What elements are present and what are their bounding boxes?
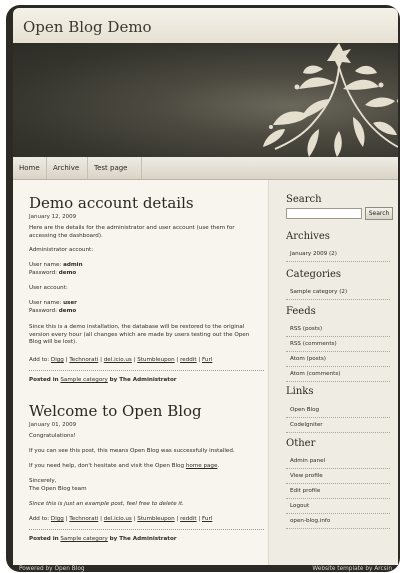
user-username: user	[63, 300, 77, 306]
share-technorati[interactable]: Technorati	[69, 357, 98, 363]
main-content: Demo account details January 12, 2009 He…	[13, 180, 268, 565]
feed-item[interactable]: RSS (posts)	[286, 322, 390, 337]
share-links: Add to: Digg | Technorati | del.icio.us …	[29, 357, 213, 363]
other-item[interactable]: Logout	[286, 499, 390, 514]
post-paragraph: If you can see this post, this means Ope…	[29, 448, 235, 454]
post-date: January 12, 2009	[29, 214, 77, 220]
site-title[interactable]: Open Blog Demo	[23, 18, 152, 36]
nav-archive[interactable]: Archive	[47, 157, 88, 179]
archive-item[interactable]: January 2009 (2)	[286, 247, 390, 262]
post-paragraph: User name: user Password: demo	[29, 300, 77, 314]
main-nav: Home Archive Test page	[13, 157, 398, 180]
other-item[interactable]: View profile	[286, 469, 390, 484]
other-heading: Other	[286, 438, 316, 449]
nav-test-page[interactable]: Test page	[88, 157, 142, 179]
divider	[29, 370, 264, 371]
post-title[interactable]: Demo account details	[29, 194, 194, 212]
header-banner	[13, 43, 398, 157]
post-meta: Posted in Sample category by The Adminis…	[29, 377, 177, 383]
post-paragraph: User account:	[29, 285, 68, 291]
link-item[interactable]: Open Blog	[286, 403, 390, 418]
post-paragraph: Since this is a demo installation, the d…	[29, 324, 250, 346]
footer: Powered by Open Blog Website template by…	[13, 565, 398, 572]
category-link[interactable]: Sample category	[60, 536, 107, 542]
user-password: demo	[58, 307, 77, 314]
other-item[interactable]: open-blog.info	[286, 514, 390, 529]
other-item[interactable]: Edit profile	[286, 484, 390, 499]
share-technorati[interactable]: Technorati	[69, 516, 98, 522]
search-input[interactable]	[286, 208, 362, 219]
link-item[interactable]: CodeIgniter	[286, 418, 390, 433]
share-stumbleupon[interactable]: Stumbleupon	[137, 516, 174, 522]
header: Open Blog Demo	[13, 8, 398, 43]
post-paragraph: If you need help, don't hesitate and vis…	[29, 463, 220, 469]
share-delicious[interactable]: del.icio.us	[104, 516, 132, 522]
post-paragraph: Here are the details for the administrat…	[29, 225, 235, 239]
feed-item[interactable]: RSS (comments)	[286, 337, 390, 352]
footer-template-credit[interactable]: Website template by Arcsin	[312, 566, 392, 572]
post-date: January 01, 2009	[29, 422, 77, 428]
category-item[interactable]: Sample category (2)	[286, 285, 390, 300]
home-page-link[interactable]: home page	[186, 463, 218, 469]
share-delicious[interactable]: del.icio.us	[104, 357, 132, 363]
share-furl[interactable]: Furl	[202, 357, 212, 363]
share-digg[interactable]: Digg	[51, 516, 64, 522]
share-reddit[interactable]: reddit	[180, 357, 196, 363]
share-digg[interactable]: Digg	[51, 357, 64, 363]
sidebar: Search Search Archives January 2009 (2) …	[268, 180, 398, 565]
nav-home[interactable]: Home	[13, 157, 47, 179]
feed-item[interactable]: Atom (posts)	[286, 352, 390, 367]
divider	[29, 529, 264, 530]
feeds-heading: Feeds	[286, 306, 316, 317]
admin-username: admin	[63, 262, 83, 268]
post-meta: Posted in Sample category by The Adminis…	[29, 536, 177, 542]
post-paragraph: Since this is just an example post, feel…	[29, 501, 184, 507]
share-links: Add to: Digg | Technorati | del.icio.us …	[29, 516, 213, 522]
post-paragraph: User name: admin Password: demo	[29, 262, 83, 276]
post-paragraph: Administrator account:	[29, 247, 94, 253]
links-heading: Links	[286, 386, 314, 397]
admin-password: demo	[58, 269, 77, 276]
archives-heading: Archives	[286, 231, 330, 242]
post-paragraph: Sincerely, The Open Blog team	[29, 478, 87, 492]
post-paragraph: Congratulations!	[29, 433, 76, 439]
page-frame: Open Blog Demo Home Archive Test page De…	[6, 5, 400, 572]
categories-heading: Categories	[286, 269, 341, 280]
floral-ornament-icon	[263, 43, 398, 157]
category-link[interactable]: Sample category	[60, 377, 107, 383]
share-reddit[interactable]: reddit	[180, 516, 196, 522]
share-furl[interactable]: Furl	[202, 516, 212, 522]
search-heading: Search	[286, 194, 322, 205]
share-stumbleupon[interactable]: Stumbleupon	[137, 357, 174, 363]
search-button[interactable]: Search	[365, 207, 393, 220]
footer-powered-by[interactable]: Powered by Open Blog	[19, 566, 85, 572]
feed-item[interactable]: Atom (comments)	[286, 367, 390, 382]
other-item[interactable]: Admin panel	[286, 454, 390, 469]
post-title[interactable]: Welcome to Open Blog	[29, 402, 202, 420]
